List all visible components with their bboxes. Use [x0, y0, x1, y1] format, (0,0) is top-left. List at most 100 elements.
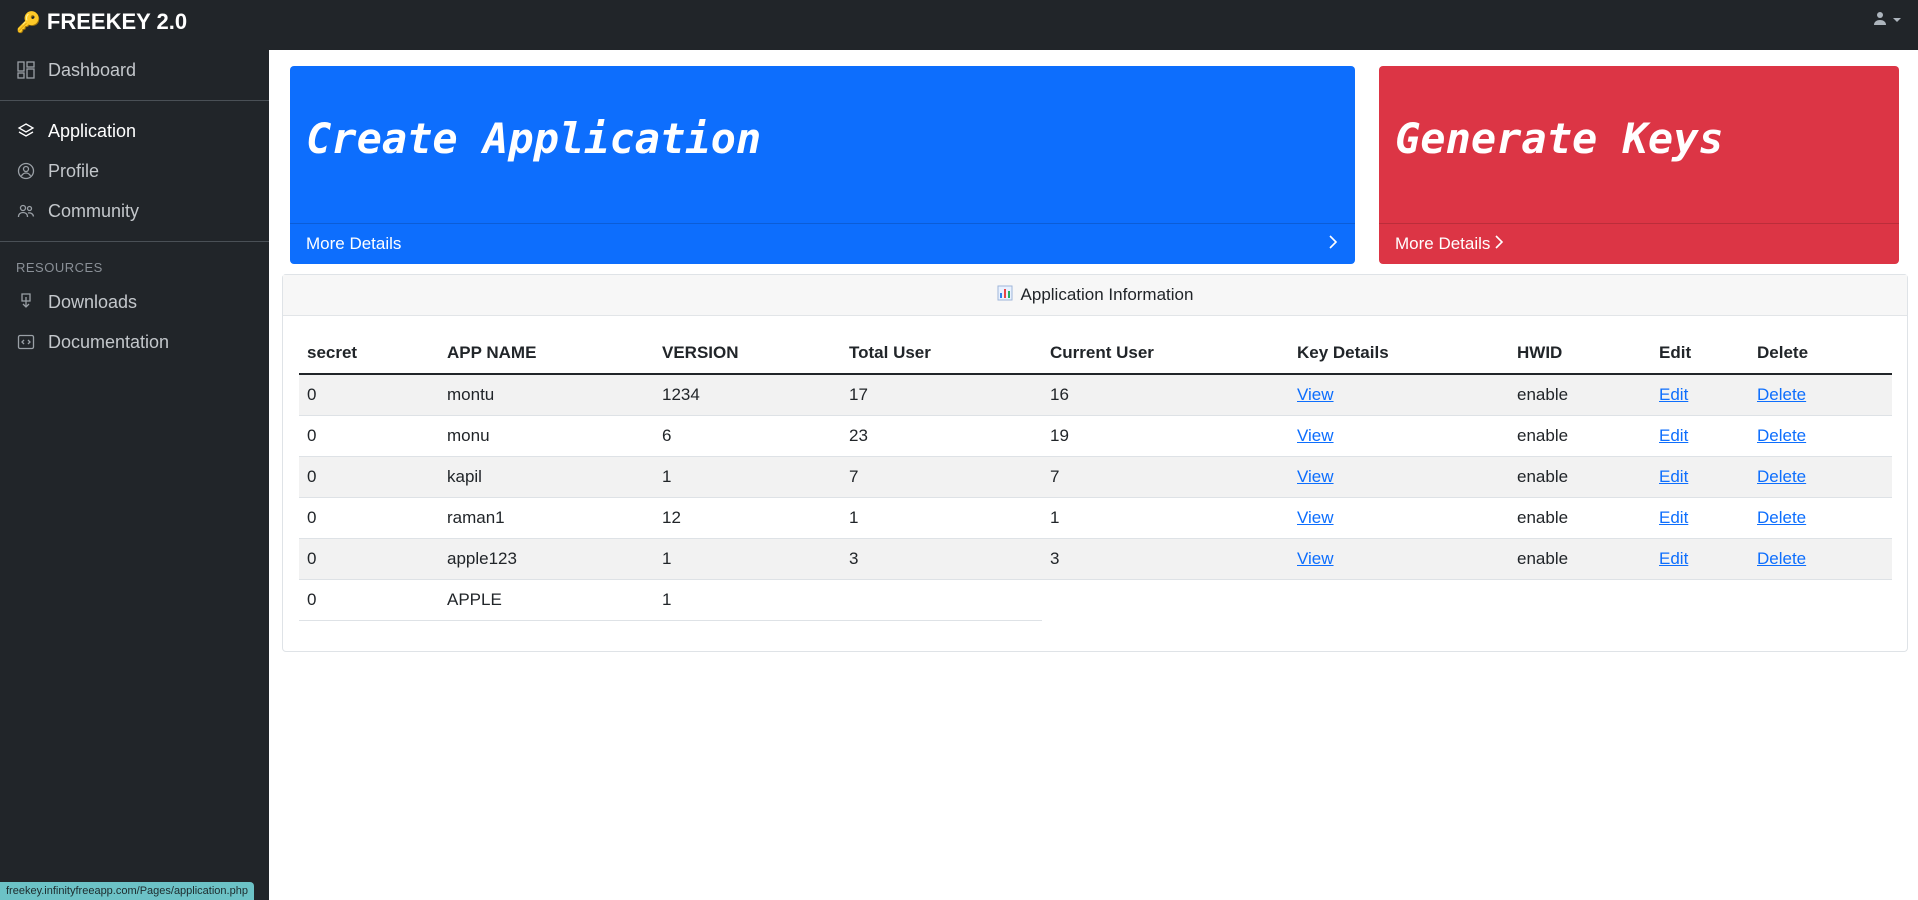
cell-hwid: enable: [1509, 497, 1651, 539]
cell-total-user: 17: [841, 374, 1042, 416]
cell-app-name: monu: [439, 415, 654, 457]
view-link[interactable]: View: [1297, 467, 1334, 486]
cell-secret: 0: [299, 415, 439, 457]
cell-delete: Delete: [1749, 497, 1892, 539]
table-row: 0 APPLE 1: [299, 579, 1892, 621]
top-navbar: 🔑 FREEKEY 2.0: [0, 0, 1918, 50]
cell-key-details: View: [1289, 415, 1509, 457]
cell-delete: Delete: [1749, 374, 1892, 416]
table-row: 0 kapil 1 7 7 View enable Edit Delete: [299, 456, 1892, 498]
code-icon: [16, 332, 36, 352]
column-header: Edit: [1651, 333, 1749, 375]
sidebar: Dashboard Application Profile Community …: [0, 50, 269, 900]
column-header: secret: [299, 333, 439, 375]
sidebar-item-label: Dashboard: [48, 59, 137, 80]
delete-link[interactable]: Delete: [1757, 467, 1806, 486]
table-row: 0 montu 1234 17 16 View enable Edit Dele…: [299, 374, 1892, 416]
cell-app-name: montu: [439, 374, 654, 416]
more-details-link[interactable]: More Details: [290, 223, 1355, 264]
bar-chart-icon: [997, 285, 1013, 306]
column-header: HWID: [1509, 333, 1651, 375]
sidebar-item-label: Documentation: [48, 331, 170, 352]
cell-empty: [1042, 579, 1289, 621]
sidebar-item-application[interactable]: Application: [0, 111, 269, 151]
cell-empty: [1509, 579, 1651, 621]
user-icon: [1872, 10, 1888, 31]
cell-current-user: 7: [1042, 456, 1289, 498]
card-title: Generate Keys: [1395, 114, 1724, 163]
cell-key-details: View: [1289, 538, 1509, 580]
cell-secret: 0: [299, 456, 439, 498]
cell-total-user: 1: [841, 497, 1042, 539]
more-details-link[interactable]: More Details: [1379, 223, 1899, 264]
cell-app-name: raman1: [439, 497, 654, 539]
cell-current-user: 19: [1042, 415, 1289, 457]
delete-link[interactable]: Delete: [1757, 549, 1806, 568]
sidebar-heading-resources: RESOURCES: [16, 259, 103, 275]
sidebar-item-profile[interactable]: Profile: [0, 151, 269, 191]
divider: [0, 100, 269, 101]
people-icon: [16, 201, 36, 221]
edit-link[interactable]: Edit: [1659, 426, 1688, 445]
cell-version: 1: [654, 456, 841, 498]
cell-edit: Edit: [1651, 456, 1749, 498]
panel-header: Application Information: [283, 275, 1907, 316]
chevron-right-icon: [1327, 234, 1339, 254]
edit-link[interactable]: Edit: [1659, 508, 1688, 527]
cell-total-user: 7: [841, 456, 1042, 498]
cell-empty: [1289, 579, 1509, 621]
cell-hwid: enable: [1509, 456, 1651, 498]
cell-empty: [1651, 579, 1749, 621]
user-menu[interactable]: [1872, 10, 1902, 31]
table-row: 0 raman1 12 1 1 View enable Edit Delete: [299, 497, 1892, 539]
sidebar-item-downloads[interactable]: Downloads: [0, 282, 269, 322]
cell-total-user: 23: [841, 415, 1042, 457]
view-link[interactable]: View: [1297, 385, 1334, 404]
cell-key-details: View: [1289, 456, 1509, 498]
view-link[interactable]: View: [1297, 426, 1334, 445]
cell-edit: Edit: [1651, 415, 1749, 457]
panel-title: Application Information: [1020, 285, 1194, 304]
generate-keys-card[interactable]: Generate Keys More Details: [1379, 66, 1899, 264]
delete-link[interactable]: Delete: [1757, 385, 1806, 404]
cell-app-name: kapil: [439, 456, 654, 498]
cell-version: 1: [654, 538, 841, 580]
more-details-label: More Details: [1395, 234, 1491, 253]
cell-delete: Delete: [1749, 415, 1892, 457]
edit-link[interactable]: Edit: [1659, 385, 1688, 404]
cell-secret: 0: [299, 374, 439, 416]
cell-app-name: apple123: [439, 538, 654, 580]
download-icon: [16, 292, 36, 312]
column-header: APP NAME: [439, 333, 654, 375]
view-link[interactable]: View: [1297, 549, 1334, 568]
delete-link[interactable]: Delete: [1757, 426, 1806, 445]
cell-delete: Delete: [1749, 538, 1892, 580]
edit-link[interactable]: Edit: [1659, 549, 1688, 568]
sidebar-item-community[interactable]: Community: [0, 191, 269, 231]
status-bar-url: freekey.infinityfreeapp.com/Pages/applic…: [0, 882, 254, 900]
cell-current-user: 3: [1042, 538, 1289, 580]
sidebar-item-dashboard[interactable]: Dashboard: [0, 50, 269, 90]
column-header: Current User: [1042, 333, 1289, 375]
edit-link[interactable]: Edit: [1659, 467, 1688, 486]
column-header: Delete: [1749, 333, 1892, 375]
application-info-panel: Application Information secret APP NAME …: [282, 274, 1908, 652]
column-header: Key Details: [1289, 333, 1509, 375]
sidebar-item-documentation[interactable]: Documentation: [0, 322, 269, 362]
cell-secret: 0: [299, 538, 439, 580]
cell-version: 1234: [654, 374, 841, 416]
column-header: Total User: [841, 333, 1042, 375]
cell-secret: 0: [299, 497, 439, 539]
table-header-row: secret APP NAME VERSION Total User Curre…: [299, 333, 1892, 375]
view-link[interactable]: View: [1297, 508, 1334, 527]
brand[interactable]: 🔑 FREEKEY 2.0: [16, 0, 187, 44]
column-header: VERSION: [654, 333, 841, 375]
cell-hwid: enable: [1509, 374, 1651, 416]
delete-link[interactable]: Delete: [1757, 508, 1806, 527]
table-row: 0 monu 6 23 19 View enable Edit Delete: [299, 415, 1892, 457]
layers-icon: [16, 121, 36, 141]
create-application-card[interactable]: Create Application More Details: [290, 66, 1355, 264]
user-circle-icon: [16, 161, 36, 181]
cell-version: 1: [654, 579, 841, 621]
cell-version: 6: [654, 415, 841, 457]
